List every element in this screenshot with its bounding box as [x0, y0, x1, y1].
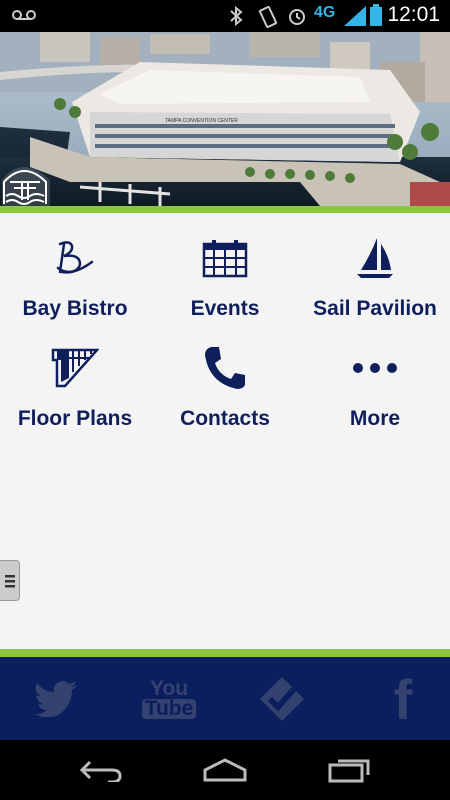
- facebook-button[interactable]: f: [373, 667, 433, 731]
- twitter-button[interactable]: [26, 669, 86, 729]
- building-sign-text: TAMPA CONVENTION CENTER: [165, 118, 238, 124]
- menu-item-bay-bistro[interactable]: Bay Bistro: [0, 213, 150, 323]
- convention-center-photo: TAMPA CONVENTION CENTER: [0, 32, 450, 206]
- menu-item-contacts[interactable]: Contacts: [150, 323, 300, 433]
- hamburger-icon: [4, 574, 15, 587]
- bay-bistro-logo-icon: [50, 235, 100, 281]
- sailboat-icon: [350, 235, 400, 281]
- foursquare-button[interactable]: [252, 669, 312, 729]
- more-dots-icon: [350, 345, 400, 391]
- floor-plan-icon: [50, 345, 100, 391]
- accent-divider-top: [0, 206, 450, 213]
- network-4g-icon: 4G: [314, 4, 336, 21]
- battery-icon: [370, 4, 382, 26]
- menu-item-floor-plans[interactable]: Floor Plans: [0, 323, 150, 433]
- vibrate-icon: [258, 6, 278, 28]
- menu-item-label: More: [349, 407, 401, 430]
- back-button[interactable]: [70, 752, 130, 788]
- youtube-button[interactable]: You Tube: [139, 669, 199, 729]
- signal-icon: [344, 6, 366, 26]
- menu-item-label: Bay Bistro: [22, 297, 128, 320]
- accent-divider-bottom: [0, 649, 450, 657]
- menu-item-label: Contacts: [180, 407, 270, 430]
- bluetooth-icon: [230, 6, 243, 26]
- drawer-menu-button[interactable]: [0, 560, 20, 601]
- recent-apps-icon: [328, 759, 370, 783]
- youtube-icon-text-bottom: Tube: [141, 698, 197, 719]
- alarm-icon: [289, 9, 305, 25]
- facebook-icon: f: [393, 667, 413, 731]
- hero-image: TAMPA CONVENTION CENTER: [0, 32, 450, 206]
- menu-item-label: Sail Pavilion: [313, 297, 437, 320]
- home-icon: [203, 758, 247, 782]
- menu-item-label: Events: [190, 297, 260, 320]
- main-menu-grid: Bay Bistro Events Sail Pavilion Floor Pl…: [0, 213, 450, 649]
- status-bar: 4G 12:01: [0, 0, 450, 32]
- youtube-icon-text-top: You: [149, 677, 189, 700]
- back-icon: [79, 760, 122, 782]
- social-bar: You Tube f: [0, 657, 450, 740]
- phone-icon: [200, 345, 250, 391]
- voicemail-icon: [12, 10, 36, 20]
- youtube-icon: You Tube: [141, 677, 197, 719]
- menu-item-sail-pavilion[interactable]: Sail Pavilion: [300, 213, 450, 323]
- android-nav-bar: [0, 740, 450, 800]
- menu-item-events[interactable]: Events: [150, 213, 300, 323]
- calendar-icon: [200, 235, 250, 281]
- home-button[interactable]: [195, 752, 255, 788]
- foursquare-icon: [260, 677, 304, 721]
- menu-item-label: Floor Plans: [17, 407, 133, 430]
- menu-item-more[interactable]: More: [300, 323, 450, 433]
- status-time: 12:01: [387, 3, 440, 26]
- recent-apps-button[interactable]: [320, 752, 380, 788]
- twitter-icon: [34, 681, 77, 717]
